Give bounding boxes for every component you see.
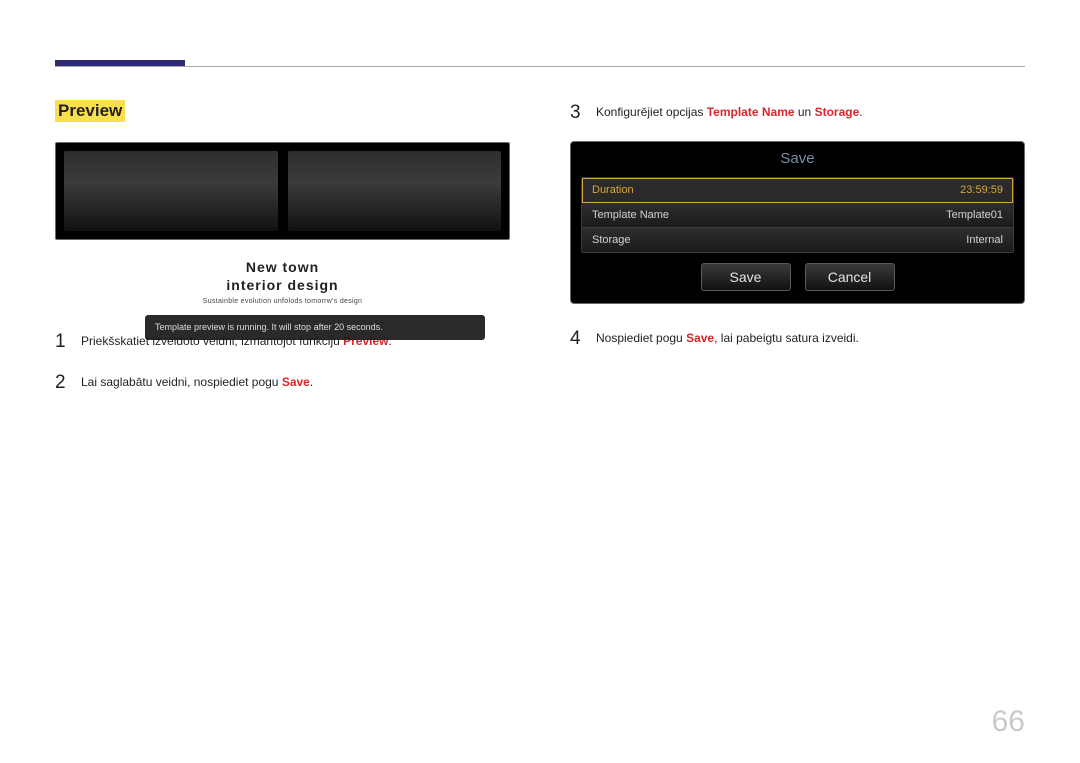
step-keyword: Save [686, 331, 714, 345]
header-accent-bar [55, 60, 185, 66]
dialog-buttons: Save Cancel [571, 263, 1024, 291]
preview-caption-sub: Sustainble evolution unfolods tomorrw's … [55, 298, 510, 305]
dialog-row-storage[interactable]: Storage Internal [582, 228, 1013, 252]
preview-frames [64, 151, 501, 231]
preview-toast: Template preview is running. It will sto… [145, 315, 485, 340]
dialog-row-value: Template01 [946, 209, 1003, 221]
step-3: 3 Konfigurējiet opcijas Template Name un… [570, 100, 1025, 127]
section-title-preview: Preview [55, 100, 125, 122]
step-body: Konfigurējiet opcijas Template Name un S… [596, 100, 863, 127]
step-text-pre: Lai saglabātu veidni, nospiediet pogu [81, 375, 282, 389]
dialog-row-label: Storage [592, 234, 631, 246]
save-dialog-title: Save [571, 142, 1024, 173]
preview-caption: New town interior design [55, 258, 510, 294]
step-text-post: . [859, 105, 862, 119]
template-preview-figure [55, 142, 510, 240]
left-column: Preview Template preview is running. It … [55, 100, 510, 703]
step-number: 3 [570, 100, 584, 127]
dialog-row-value: 23:59:59 [960, 184, 1003, 196]
save-dialog: Save Duration 23:59:59 Template Name Tem… [570, 141, 1025, 304]
step-text-pre: Konfigurējiet opcijas [596, 105, 707, 119]
dialog-row-value: Internal [966, 234, 1003, 246]
save-dialog-table: Duration 23:59:59 Template Name Template… [581, 177, 1014, 253]
step-body: Nospiediet pogu Save, lai pabeigtu satur… [596, 326, 859, 353]
step-number: 2 [55, 370, 69, 397]
preview-frame-left [64, 151, 278, 231]
dialog-row-duration[interactable]: Duration 23:59:59 [582, 178, 1013, 203]
preview-frame-right [288, 151, 502, 231]
right-column: 3 Konfigurējiet opcijas Template Name un… [570, 100, 1025, 703]
cancel-button[interactable]: Cancel [805, 263, 895, 291]
step-body: Lai saglabātu veidni, nospiediet pogu Sa… [81, 370, 313, 397]
step-text-mid: un [795, 105, 815, 119]
dialog-row-label: Duration [592, 184, 634, 196]
preview-caption-line-2: interior design [55, 276, 510, 294]
preview-caption-line-1: New town [55, 258, 510, 276]
step-keyword: Template Name [707, 105, 795, 119]
step-keyword: Save [282, 375, 310, 389]
step-2: 2 Lai saglabātu veidni, nospiediet pogu … [55, 370, 510, 397]
step-text-pre: Nospiediet pogu [596, 331, 686, 345]
step-keyword: Storage [815, 105, 860, 119]
save-button[interactable]: Save [701, 263, 791, 291]
dialog-row-template-name[interactable]: Template Name Template01 [582, 203, 1013, 228]
header-rule [55, 66, 1025, 67]
step-text-mid: , lai pabeigtu satura izveidi. [714, 331, 859, 345]
step-4: 4 Nospiediet pogu Save, lai pabeigtu sat… [570, 326, 1025, 353]
step-number: 4 [570, 326, 584, 353]
step-text-mid: . [310, 375, 313, 389]
step-number: 1 [55, 329, 69, 356]
page-number: 66 [992, 705, 1025, 739]
dialog-row-label: Template Name [592, 209, 669, 221]
